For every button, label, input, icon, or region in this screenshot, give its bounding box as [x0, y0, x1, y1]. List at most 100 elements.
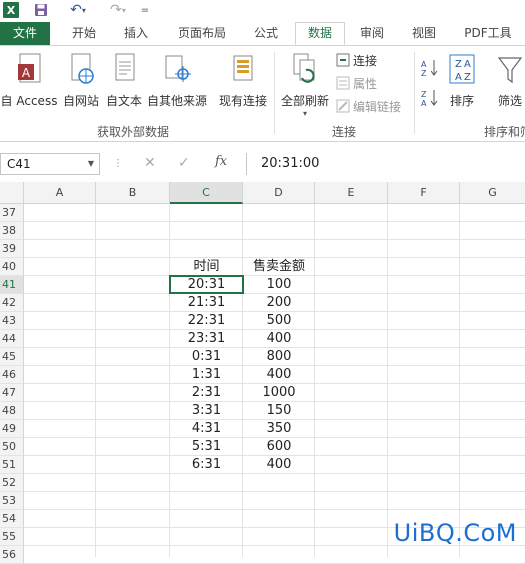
row-header-54[interactable]: 54	[0, 510, 24, 528]
cell-amount[interactable]: 350	[243, 420, 315, 437]
row-header-47[interactable]: 47	[0, 384, 24, 402]
from-web-button[interactable]: 自网站	[60, 52, 102, 109]
cell-time[interactable]: 23:31	[170, 330, 243, 347]
refresh-all-button[interactable]: 全部刷新 ▾	[278, 52, 332, 118]
save-icon[interactable]	[34, 2, 48, 18]
tab-page-layout[interactable]: 页面布局	[170, 22, 234, 45]
enter-icon[interactable]: ✓	[178, 155, 190, 171]
cell-amount[interactable]: 400	[243, 366, 315, 383]
table-row: 时间 售卖金额	[24, 258, 525, 276]
tab-review[interactable]: 审阅	[350, 22, 394, 45]
cell-amount[interactable]: 800	[243, 348, 315, 365]
cell-time[interactable]: 20:31	[169, 275, 244, 294]
cell-amount[interactable]: 600	[243, 438, 315, 455]
row-header-49[interactable]: 49	[0, 420, 24, 438]
row-header-41[interactable]: 41	[0, 276, 24, 294]
sort-az-icon: AZ	[421, 60, 438, 78]
cell-amount[interactable]: 100	[243, 276, 315, 293]
cell-amount[interactable]: 150	[243, 402, 315, 419]
name-box[interactable]: C41 ▼	[0, 153, 100, 175]
cell-amount[interactable]: 500	[243, 312, 315, 329]
column-header-f[interactable]: F	[388, 182, 460, 204]
worksheet-grid[interactable]: A B C D E F G 37 38 39 40 时间 售卖金额 41 20:31 100 42 21:31 20…	[0, 182, 525, 564]
row-header-43[interactable]: 43	[0, 312, 24, 330]
table-row: 23:31 400	[24, 330, 525, 348]
formula-input[interactable]: 20:31:00	[246, 153, 525, 175]
tab-file[interactable]: 文件	[0, 22, 50, 45]
existing-connections-label: 现有连接	[218, 94, 267, 108]
formula-bar-grip-icon[interactable]: ⋮	[113, 158, 123, 169]
column-header-d[interactable]: D	[243, 182, 315, 204]
column-header-e[interactable]: E	[315, 182, 388, 204]
from-other-sources-button[interactable]: 自其他来源	[146, 52, 208, 109]
row-header-39[interactable]: 39	[0, 240, 24, 258]
undo-icon[interactable]: ↶ ▾	[64, 2, 92, 18]
cell-amount[interactable]: 200	[243, 294, 315, 311]
cell-time[interactable]: 22:31	[170, 312, 243, 329]
connections-button[interactable]: 连接	[336, 52, 377, 70]
row-header-42[interactable]: 42	[0, 294, 24, 312]
cell-time[interactable]: 1:31	[170, 366, 243, 383]
sort-ascending-button[interactable]: AZ	[420, 58, 440, 78]
cell-time[interactable]: 21:31	[170, 294, 243, 311]
row-header-50[interactable]: 50	[0, 438, 24, 456]
sort-button[interactable]: ZAAZ 排序	[444, 52, 480, 109]
cell-time[interactable]: 6:31	[170, 456, 243, 473]
tab-insert[interactable]: 插入	[114, 22, 158, 45]
row-header-45[interactable]: 45	[0, 348, 24, 366]
from-access-label: 自 Access	[0, 94, 58, 108]
cell-amount[interactable]: 1000	[243, 384, 315, 401]
redo-icon[interactable]: ↷ ▾	[104, 2, 132, 18]
customize-qat-icon[interactable]: =	[140, 2, 150, 18]
tab-formulas[interactable]: 公式	[244, 22, 288, 45]
column-header-b[interactable]: B	[96, 182, 170, 204]
tab-pdf-tools[interactable]: PDF工具	[455, 22, 521, 45]
cell-time[interactable]: 2:31	[170, 384, 243, 401]
column-header-g[interactable]: G	[460, 182, 525, 204]
cell-amount[interactable]: 400	[243, 330, 315, 347]
svg-text:A: A	[22, 66, 31, 80]
cell-time[interactable]: 5:31	[170, 438, 243, 455]
tab-view[interactable]: 视图	[402, 22, 446, 45]
filter-button[interactable]: 筛选	[490, 52, 525, 109]
row-header-52[interactable]: 52	[0, 474, 24, 492]
cancel-icon[interactable]: ✕	[144, 155, 156, 171]
link-icon	[336, 53, 350, 67]
group-label-connections: 连接	[331, 125, 356, 139]
sort-descending-button[interactable]: ZA	[420, 88, 440, 108]
from-text-button[interactable]: 自文本	[104, 52, 144, 109]
cell-time[interactable]: 3:31	[170, 402, 243, 419]
row-header-40[interactable]: 40	[0, 258, 24, 276]
row-header-37[interactable]: 37	[0, 204, 24, 222]
edit-links-button[interactable]: 编辑链接	[336, 98, 401, 116]
select-all-corner[interactable]	[0, 182, 24, 204]
filter-funnel-icon	[497, 57, 523, 84]
existing-connections-icon	[233, 55, 253, 81]
row-header-44[interactable]: 44	[0, 330, 24, 348]
header-cell-amount[interactable]: 售卖金额	[243, 258, 315, 275]
row-header-56[interactable]: 56	[0, 546, 24, 564]
group-label-get-external-data: 获取外部数据	[96, 125, 169, 139]
header-cell-time[interactable]: 时间	[170, 258, 243, 275]
cell-time[interactable]: 4:31	[170, 420, 243, 437]
row-header-46[interactable]: 46	[0, 366, 24, 384]
from-access-button[interactable]: A 自 Access	[0, 52, 58, 109]
cell-amount[interactable]: 400	[243, 456, 315, 473]
sort-label: 排序	[449, 94, 474, 108]
cell-time[interactable]: 0:31	[170, 348, 243, 365]
properties-button[interactable]: 属性	[336, 75, 377, 93]
row-header-53[interactable]: 53	[0, 492, 24, 510]
edit-links-icon	[336, 99, 350, 113]
existing-connections-button[interactable]: 现有连接	[216, 52, 270, 109]
column-header-c[interactable]: C	[170, 182, 243, 204]
column-header-a[interactable]: A	[24, 182, 96, 204]
tab-home[interactable]: 开始	[62, 22, 106, 45]
svg-text:A: A	[464, 59, 471, 70]
table-row: 3:31 150	[24, 402, 525, 420]
tab-data[interactable]: 数据	[295, 22, 345, 45]
insert-function-icon[interactable]: fx	[215, 154, 227, 169]
row-header-38[interactable]: 38	[0, 222, 24, 240]
row-header-55[interactable]: 55	[0, 528, 24, 546]
row-header-51[interactable]: 51	[0, 456, 24, 474]
row-header-48[interactable]: 48	[0, 402, 24, 420]
